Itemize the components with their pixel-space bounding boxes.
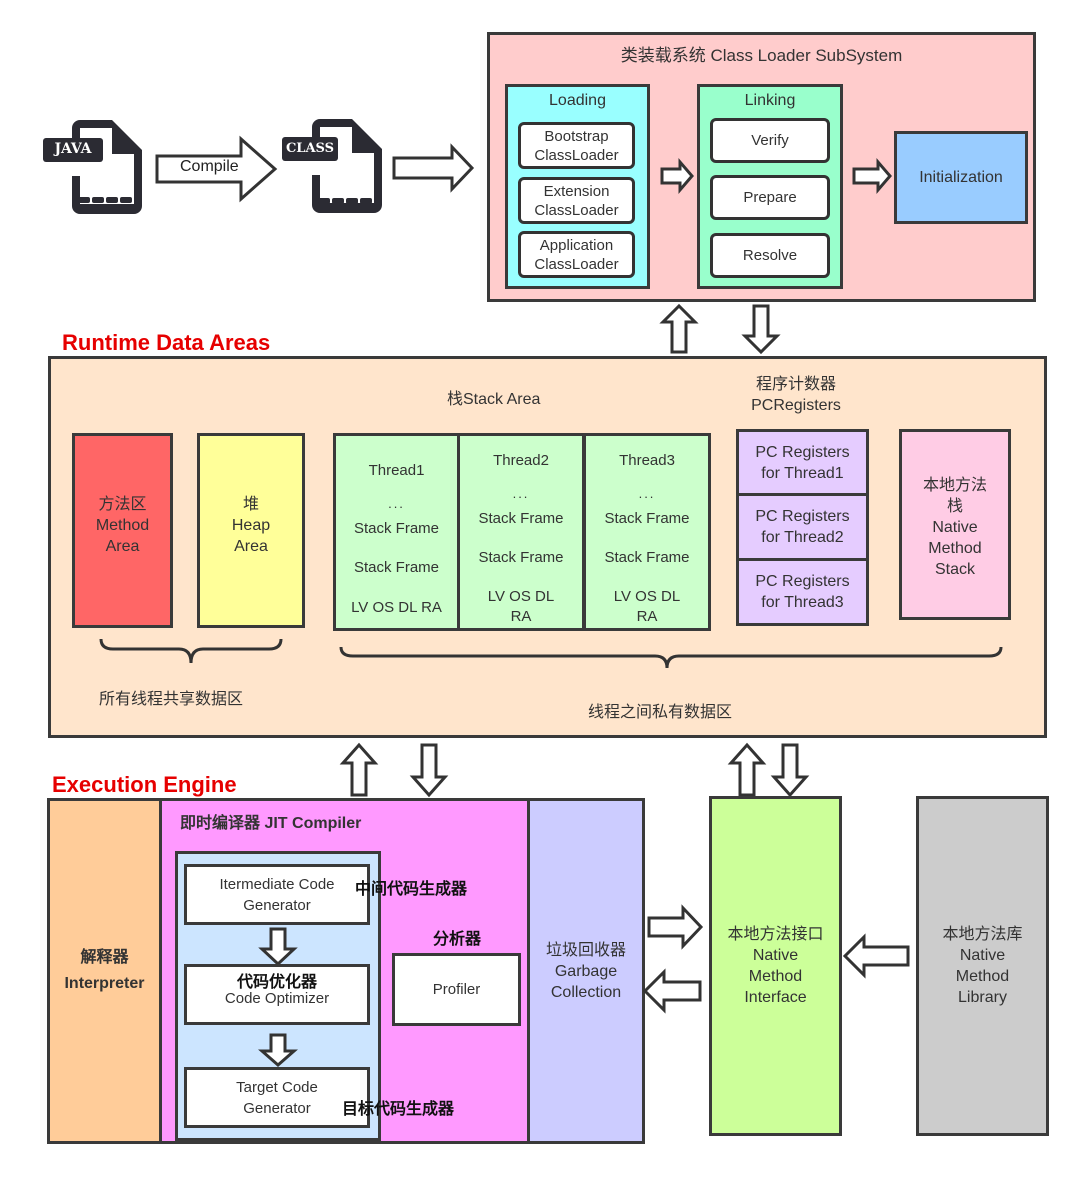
linking-to-init-arrow [852,157,892,195]
pc-register-thread1: PC Registers for Thread1 [736,429,869,496]
profiler-box: Profiler [392,953,521,1026]
thread3-frame-1: Stack Frame [604,510,690,527]
thread3-locals: LV OS DL RA [613,588,681,625]
verify-step: Verify [710,118,830,163]
class-file-label: CLASS [285,141,335,156]
thread3-frame-2: Stack Frame [604,549,690,566]
target-code-generator-cn: 目标代码生成器 [342,1101,455,1118]
thread1-frame-2: Stack Frame [353,559,440,576]
thread1-frame-1: Stack Frame [353,520,440,537]
profiler-cn: 分析器 [433,931,482,948]
thread3-name: Thread3 [619,452,675,469]
down-arrow-runtime-to-native [770,743,810,798]
thread3-ellipsis: ... [638,486,656,501]
linking-panel: Linking Verify Prepare Resolve [697,84,843,289]
stack-area-title: 栈Stack Area [447,391,541,408]
bootstrap-classloader: Bootstrap ClassLoader [518,122,635,169]
runtime-data-areas-title: Runtime Data Areas [62,330,271,355]
load-arrow [392,143,475,193]
native-method-library: 本地方法库 Native Method Library [916,796,1049,1136]
intermediate-to-optimizer-arrow [258,927,298,967]
thread2-frame-1: Stack Frame [478,510,564,527]
thread2-frame-2: Stack Frame [478,549,564,566]
loading-to-linking-arrow [660,157,694,195]
jit-compiler-title: 即时编译器 JIT Compiler [180,815,362,832]
native-interface-to-gc-arrow [642,968,702,1014]
linking-title: Linking [744,92,796,109]
pc-registers-title: 程序计数器 PCRegisters [751,376,841,414]
thread1-stack: Thread1 ... Stack Frame Stack Frame LV O… [333,433,460,631]
code-optimizer-label: Code Optimizer [224,990,330,1007]
up-arrow-runtime-to-loader [659,303,699,354]
pc-register-thread2: PC Registers for Thread2 [736,493,869,561]
compile-label: Compile [180,158,239,175]
down-arrow-loader-to-runtime [741,304,781,355]
thread2-locals: LV OS DL RA [487,588,555,625]
native-method-interface: 本地方法接口 Native Method Interface [709,796,842,1136]
interpreter-box: 解释器 Interpreter [47,798,162,1144]
garbage-collection: 垃圾回收器 Garbage Collection [527,798,645,1144]
optimizer-to-target-arrow [258,1033,298,1067]
up-arrow-native-to-runtime [727,742,767,797]
private-brace [339,646,1003,669]
loading-title: Loading [549,92,606,109]
thread1-ellipsis: ... [388,496,405,511]
code-optimizer: 代码优化器 Code Optimizer [184,964,370,1025]
loading-panel: Loading Bootstrap ClassLoader Extension … [505,84,650,289]
private-data-label: 线程之间私有数据区 [588,704,733,721]
pc-register-thread3: PC Registers for Thread3 [736,558,869,626]
extension-classloader: Extension ClassLoader [518,177,635,224]
execution-engine-title: Execution Engine [52,772,237,797]
class-loader-title: 类装载系统 Class Loader SubSystem [620,46,903,65]
gc-to-native-interface-arrow [647,904,704,950]
java-file-label: JAVA [54,141,92,157]
thread3-stack: Thread3 ... Stack Frame Stack Frame LV O… [583,433,711,631]
java-file-icon [43,120,142,214]
shared-data-label: 所有线程共享数据区 [99,691,244,708]
prepare-step: Prepare [710,175,830,220]
intermediate-code-generator: Itermediate Code Generator [184,864,370,925]
application-classloader: Application ClassLoader [518,231,635,278]
heap-area: 堆 Heap Area [197,433,305,628]
thread1-name: Thread1 [368,462,425,479]
initialization-box: Initialization [894,131,1028,224]
runtime-data-areas: 方法区 Method Area 堆 Heap Area 栈Stack Area … [48,356,1047,738]
native-method-stack: 本地方法 栈 Native Method Stack [899,429,1011,620]
jit-compiler: 即时编译器 JIT Compiler Itermediate Code Gene… [159,798,530,1144]
thread2-ellipsis: ... [512,486,530,501]
intermediate-code-generator-cn: 中间代码生成器 [355,881,468,898]
down-arrow-runtime-to-engine [409,743,449,798]
thread2-name: Thread2 [493,452,549,469]
shared-brace [99,638,283,664]
class-loader-subsystem: 类装载系统 Class Loader SubSystem Loading Boo… [487,32,1036,302]
library-to-interface-arrow [842,933,910,979]
up-arrow-engine-to-runtime [339,742,379,797]
thread1-locals: LV OS DL RA [351,599,442,616]
resolve-step: Resolve [710,233,830,278]
method-area: 方法区 Method Area [72,433,173,628]
thread2-stack: Thread2 ... Stack Frame Stack Frame LV O… [457,433,585,631]
class-file-icon [282,119,382,213]
